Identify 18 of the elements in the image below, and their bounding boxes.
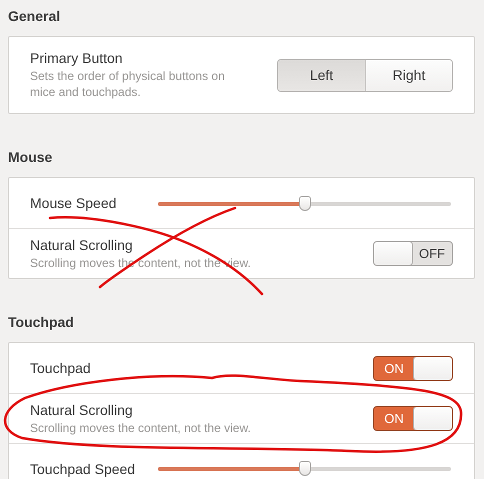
- section-heading: General: [8, 7, 62, 26]
- setting-description: Scrolling moves the content, not the view.: [30, 420, 251, 436]
- setting-label: Natural Scrolling: [30, 236, 134, 252]
- slider-thumb[interactable]: [298, 196, 310, 210]
- slider-track[interactable]: [158, 461, 451, 476]
- option-button[interactable]: Right: [365, 60, 452, 90]
- toggle-switch[interactable]: OFF: [373, 241, 453, 266]
- setting-label: Touchpad: [30, 360, 91, 376]
- section-heading: Touchpad: [8, 313, 75, 332]
- option-button[interactable]: Left: [278, 60, 365, 90]
- setting-description: Sets the order of physical buttons on mice and touchpads.: [30, 68, 226, 100]
- setting-label: Touchpad Speed: [30, 460, 136, 476]
- setting-label: Mouse Speed: [30, 195, 116, 211]
- setting-label: Primary Button: [30, 50, 124, 66]
- slider-thumb[interactable]: [298, 461, 310, 476]
- slider-track[interactable]: [158, 196, 451, 210]
- section-heading: Mouse: [8, 148, 54, 167]
- setting-label: Natural Scrolling: [30, 402, 134, 418]
